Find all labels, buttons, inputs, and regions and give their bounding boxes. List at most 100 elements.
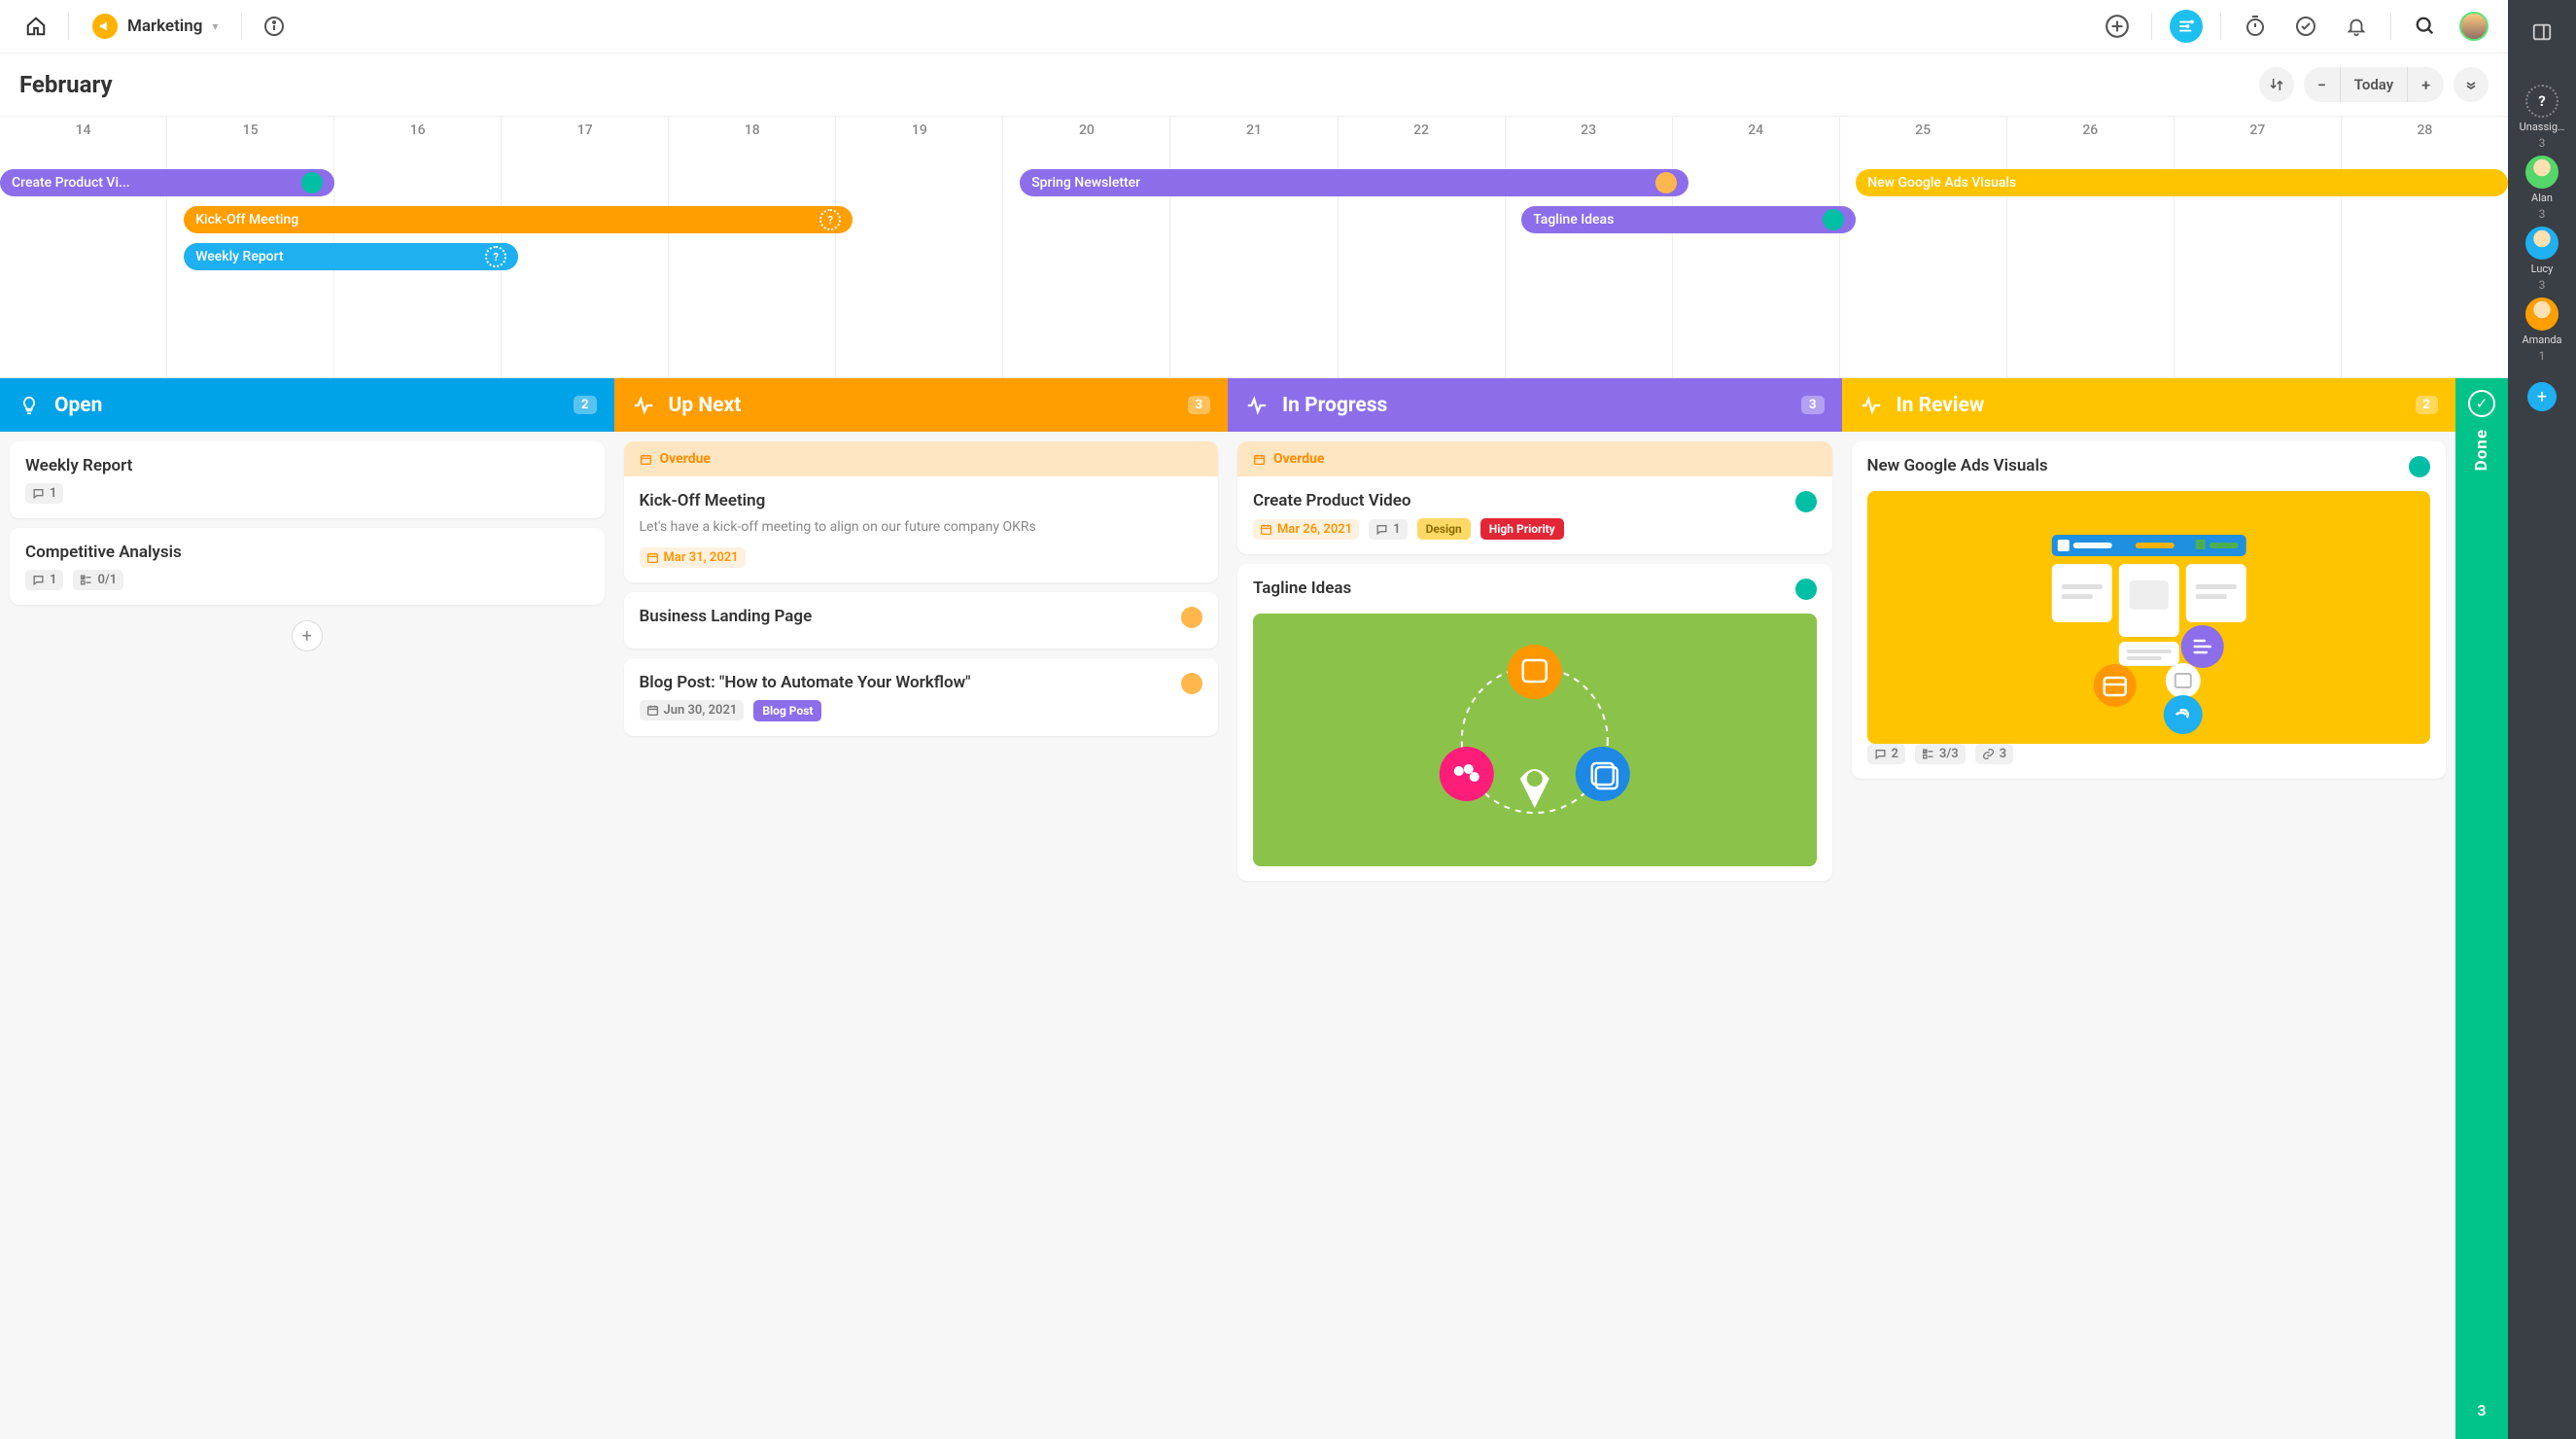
user-name: Amanda: [2522, 333, 2561, 346]
card-title: Blog Post: "How to Automate Your Workflo…: [640, 673, 1174, 692]
day-number: 14: [0, 123, 166, 138]
calendar-event[interactable]: Create Product Vi...: [0, 169, 334, 196]
column-header[interactable]: In Review 2: [1842, 378, 2456, 432]
column-count: 3: [1188, 396, 1210, 414]
lightbulb-icon: [17, 394, 41, 417]
panel-toggle-icon[interactable]: [2524, 15, 2559, 50]
task-card[interactable]: Overdue Create Product Video Mar 26, 202…: [1237, 441, 1832, 554]
event-label: Tagline Ideas: [1533, 212, 1614, 228]
zoom-in-button[interactable]: +: [2408, 67, 2444, 102]
task-card[interactable]: Overdue Kick-Off Meeting Let's have a ki…: [624, 441, 1219, 582]
overdue-banner: Overdue: [1237, 441, 1832, 476]
workspace-selector[interactable]: Marketing ▾: [85, 10, 226, 43]
roadmap-icon[interactable]: [2170, 10, 2203, 43]
tag: Blog Post: [753, 700, 821, 721]
comment-count: 1: [25, 570, 63, 590]
day-number: 16: [334, 123, 501, 138]
home-icon[interactable]: [19, 10, 52, 43]
task-card[interactable]: New Google Ads Visuals: [1852, 441, 2447, 779]
assignee-avatar: [2409, 456, 2430, 477]
calendar-event[interactable]: New Google Ads Visuals: [1856, 169, 2508, 196]
add-card-button[interactable]: +: [292, 620, 323, 651]
comment-count: 1: [1369, 519, 1407, 540]
column-header[interactable]: Open 2: [0, 378, 614, 432]
task-card[interactable]: Business Landing Page: [624, 592, 1219, 649]
today-button[interactable]: Today: [2340, 67, 2408, 102]
bell-icon[interactable]: [2340, 10, 2373, 43]
column-count: 3: [1801, 396, 1824, 414]
day-number: 27: [2175, 123, 2341, 138]
task-card[interactable]: Weekly Report 1: [10, 441, 605, 518]
task-card[interactable]: Tagline Ideas: [1237, 564, 1832, 881]
pulse-icon: [632, 394, 655, 417]
calendar-title: February: [19, 71, 113, 98]
event-label: Spring Newsletter: [1031, 175, 1140, 191]
card-title: Competitive Analysis: [25, 543, 589, 562]
check-circle-icon[interactable]: [2289, 10, 2322, 43]
assignee-avatar: [1795, 491, 1817, 512]
event-label: Create Product Vi...: [12, 175, 130, 191]
top-toolbar: Marketing ▾: [0, 0, 2508, 53]
calendar-event[interactable]: Tagline Ideas: [1521, 206, 1856, 233]
card-thumbnail: [1867, 491, 2431, 744]
column-count: 2: [2416, 396, 2438, 414]
done-label: Done: [2472, 429, 2491, 471]
day-number: 26: [2007, 123, 2174, 138]
user-avatar: [2525, 227, 2559, 260]
assignee-avatar: [1181, 673, 1202, 694]
timer-icon[interactable]: [2239, 10, 2272, 43]
task-card[interactable]: Competitive Analysis 10/1: [10, 528, 605, 605]
overdue-banner: Overdue: [624, 441, 1219, 476]
user-task-count: 1: [2539, 349, 2546, 363]
link-count: 3: [1975, 744, 2013, 764]
user-avatar: [2525, 156, 2559, 189]
calendar-header: February − Today +: [0, 53, 2508, 116]
chevron-down-icon: ▾: [212, 19, 218, 33]
user-avatar: ?: [2525, 85, 2559, 118]
add-icon[interactable]: [2101, 10, 2134, 43]
column-header[interactable]: In Progress 3: [1228, 378, 1842, 432]
day-number: 15: [167, 123, 333, 138]
date-range-control: − Today +: [2304, 67, 2444, 102]
megaphone-icon: [92, 14, 118, 39]
user-avatar[interactable]: [2459, 12, 2489, 41]
calendar-event[interactable]: Kick-Off Meeting?: [184, 206, 853, 233]
card-thumbnail: [1253, 614, 1817, 866]
rail-user[interactable]: Lucy 3: [2520, 227, 2565, 292]
column-title: Up Next: [669, 394, 1174, 417]
calendar-event[interactable]: Weekly Report?: [184, 243, 518, 270]
rail-user[interactable]: Alan 3: [2520, 156, 2565, 221]
card-title: Tagline Ideas: [1253, 579, 1788, 598]
column-title: Open: [54, 394, 560, 417]
done-count: 3: [2477, 1401, 2486, 1420]
calendar-event[interactable]: Spring Newsletter: [1020, 169, 1688, 196]
due-date: Mar 31, 2021: [640, 547, 746, 568]
checklist-count: 3/3: [1915, 744, 1966, 764]
rail-user[interactable]: Amanda 1: [2520, 298, 2565, 363]
done-column-collapsed[interactable]: ✓ Done 3: [2455, 378, 2508, 1439]
sort-icon[interactable]: [2259, 67, 2294, 102]
board-column: Open 2 Weekly Report 1 Competitive Analysi…: [0, 378, 614, 1439]
add-user-button[interactable]: +: [2527, 382, 2557, 411]
unassigned-icon: ?: [485, 246, 506, 267]
zoom-out-button[interactable]: −: [2304, 67, 2340, 102]
tag: High Priority: [1480, 518, 1564, 540]
kanban-board: Open 2 Weekly Report 1 Competitive Analysi…: [0, 378, 2508, 1439]
rail-user[interactable]: ? Unassig… 3: [2520, 85, 2565, 150]
column-body: Weekly Report 1 Competitive Analysis 10/1…: [0, 432, 614, 1439]
pulse-icon: [1245, 394, 1269, 417]
info-icon[interactable]: [258, 10, 291, 43]
comment-count: 2: [1867, 744, 1905, 764]
column-header[interactable]: Up Next 3: [614, 378, 1229, 432]
event-label: Weekly Report: [195, 249, 283, 264]
event-label: New Google Ads Visuals: [1867, 175, 2016, 191]
user-task-count: 3: [2539, 136, 2546, 150]
search-icon[interactable]: [2409, 10, 2442, 43]
task-card[interactable]: Blog Post: "How to Automate Your Workflo…: [624, 658, 1219, 736]
assignee-avatar: [1181, 607, 1202, 628]
board-column: In Review 2 New Google Ads Visuals: [1842, 378, 2456, 1439]
card-description: Let's have a kick-off meeting to align o…: [640, 518, 1203, 538]
collapse-icon[interactable]: [2454, 67, 2489, 102]
user-task-count: 3: [2539, 278, 2546, 292]
assignee-avatar: [301, 172, 323, 193]
